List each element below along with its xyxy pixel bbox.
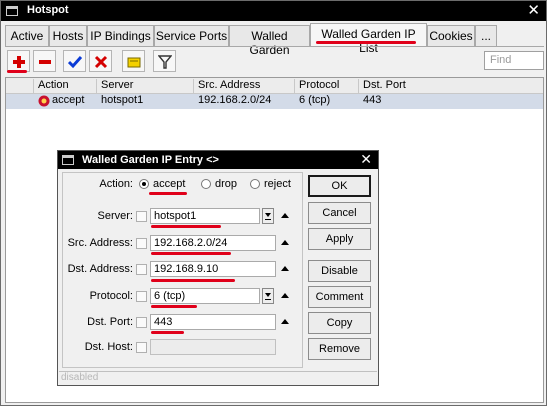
- action-reject-radio[interactable]: [250, 179, 260, 189]
- table-row[interactable]: accept hotspot1 192.168.2.0/24 6 (tcp) 4…: [6, 94, 543, 109]
- disable-x-icon: [94, 55, 108, 69]
- tab-ip-bindings[interactable]: IP Bindings: [87, 25, 154, 46]
- table-header: Action Server Src. Address Protocol Dst.…: [6, 78, 543, 94]
- dialog-titlebar[interactable]: Walled Garden IP Entry <> ✕: [58, 151, 378, 169]
- dst-address-input[interactable]: 192.168.9.10: [150, 261, 276, 277]
- add-highlight-underline: [7, 70, 27, 73]
- window-title: Hotspot: [27, 4, 69, 16]
- src-address-invert-checkbox[interactable]: [136, 238, 147, 249]
- server-dropdown-icon[interactable]: [262, 208, 274, 224]
- cell-server: hotspot1: [101, 94, 144, 106]
- dst-host-invert-checkbox: [136, 342, 147, 353]
- dst-host-label: Dst. Host:: [84, 341, 133, 353]
- cancel-button[interactable]: Cancel: [308, 202, 371, 224]
- remove-icon: [39, 60, 51, 64]
- tab-service-ports[interactable]: Service Ports: [154, 25, 229, 46]
- tab-walled-garden[interactable]: Walled Garden: [229, 25, 310, 57]
- server-invert-checkbox[interactable]: [136, 211, 147, 222]
- src-address-collapse-arrow-icon[interactable]: [281, 240, 289, 245]
- protocol-dropdown-icon[interactable]: [262, 288, 274, 304]
- remove-button[interactable]: [33, 50, 56, 72]
- tab-bar: Active Hosts IP Bindings Service Ports W…: [5, 23, 545, 57]
- col-server[interactable]: Server: [97, 79, 194, 93]
- server-collapse-arrow-icon[interactable]: [281, 213, 289, 218]
- src-address-highlight-underline: [151, 252, 231, 255]
- cell-dst-port: 443: [363, 94, 382, 106]
- comment-button[interactable]: [122, 50, 145, 72]
- action-drop-radio[interactable]: [201, 179, 211, 189]
- dst-port-label: Dst. Port:: [87, 316, 133, 328]
- col-src-address[interactable]: Src. Address: [194, 79, 295, 93]
- dst-address-highlight-underline: [151, 279, 235, 282]
- cell-src-address: 192.168.2.0/24: [198, 94, 272, 106]
- remove-button-dialog[interactable]: Remove: [308, 338, 371, 360]
- server-highlight-underline: [151, 225, 221, 228]
- server-label: Server:: [97, 210, 133, 222]
- tab-cookies[interactable]: Cookies: [427, 25, 475, 46]
- protocol-label: Protocol:: [89, 290, 133, 302]
- dst-address-label: Dst. Address:: [67, 263, 133, 275]
- dialog-title: Walled Garden IP Entry <>: [82, 154, 219, 166]
- find-input[interactable]: Find: [484, 51, 544, 70]
- protocol-collapse-arrow-icon[interactable]: [281, 293, 289, 298]
- dst-port-highlight-underline: [151, 331, 184, 334]
- dialog-form: Action: accept drop reject Server: hotsp…: [62, 172, 303, 368]
- enable-button[interactable]: [63, 50, 86, 72]
- window-icon: [6, 6, 18, 16]
- apply-button[interactable]: Apply: [308, 228, 371, 250]
- disable-button-dialog[interactable]: Disable: [308, 260, 371, 282]
- tab-active[interactable]: Active: [5, 25, 49, 46]
- dst-port-invert-checkbox[interactable]: [136, 317, 147, 328]
- col-protocol[interactable]: Protocol: [295, 79, 359, 93]
- action-drop-label[interactable]: drop: [215, 178, 237, 190]
- protocol-highlight-underline: [151, 305, 197, 308]
- add-icon: [13, 56, 25, 68]
- window-titlebar[interactable]: Hotspot ✕: [1, 1, 546, 21]
- dialog-close-icon[interactable]: ✕: [360, 151, 372, 168]
- action-label: Action:: [99, 178, 133, 190]
- src-address-input[interactable]: 192.168.2.0/24: [150, 235, 276, 251]
- filter-button[interactable]: [153, 50, 176, 72]
- dst-address-collapse-arrow-icon[interactable]: [281, 266, 289, 271]
- col-flags: [6, 79, 34, 93]
- dst-port-collapse-arrow-icon[interactable]: [281, 319, 289, 324]
- filter-icon: [158, 55, 172, 69]
- toolbar: Find: [5, 50, 545, 72]
- col-action[interactable]: Action: [34, 79, 97, 93]
- ok-button[interactable]: OK: [308, 175, 371, 197]
- action-accept-label[interactable]: accept: [153, 178, 185, 190]
- add-button[interactable]: [7, 50, 30, 72]
- cell-action: accept: [52, 94, 85, 106]
- server-select[interactable]: hotspot1: [150, 208, 260, 224]
- dst-port-input[interactable]: 443: [150, 314, 276, 330]
- action-accept-radio[interactable]: [139, 179, 149, 189]
- action-reject-label[interactable]: reject: [264, 178, 291, 190]
- accept-highlight-underline: [149, 192, 187, 195]
- enable-check-icon: [68, 56, 82, 69]
- comment-button-dialog[interactable]: Comment: [308, 286, 371, 308]
- highlight-underline: [316, 41, 416, 44]
- hotspot-window: Hotspot ✕ Active Hosts IP Bindings Servi…: [0, 0, 547, 406]
- close-icon[interactable]: ✕: [527, 2, 540, 19]
- tab-more[interactable]: ...: [475, 25, 497, 46]
- comment-note-icon: [127, 57, 141, 68]
- protocol-invert-checkbox[interactable]: [136, 291, 147, 302]
- disable-button[interactable]: [89, 50, 112, 72]
- src-address-label: Src. Address:: [67, 237, 133, 249]
- dialog-status-bar: disabled: [59, 371, 377, 384]
- dialog-window-icon: [62, 155, 74, 165]
- dst-address-invert-checkbox[interactable]: [136, 264, 147, 275]
- cell-protocol: 6 (tcp): [299, 94, 331, 106]
- tab-hosts[interactable]: Hosts: [49, 25, 87, 46]
- walled-garden-ip-entry-dialog: Walled Garden IP Entry <> ✕ Action: acce…: [57, 150, 379, 386]
- dst-host-input: [150, 339, 276, 355]
- copy-button[interactable]: Copy: [308, 312, 371, 334]
- protocol-select[interactable]: 6 (tcp): [150, 288, 260, 304]
- col-dst-port[interactable]: Dst. Port: [359, 79, 543, 93]
- tab-divider: [5, 46, 544, 47]
